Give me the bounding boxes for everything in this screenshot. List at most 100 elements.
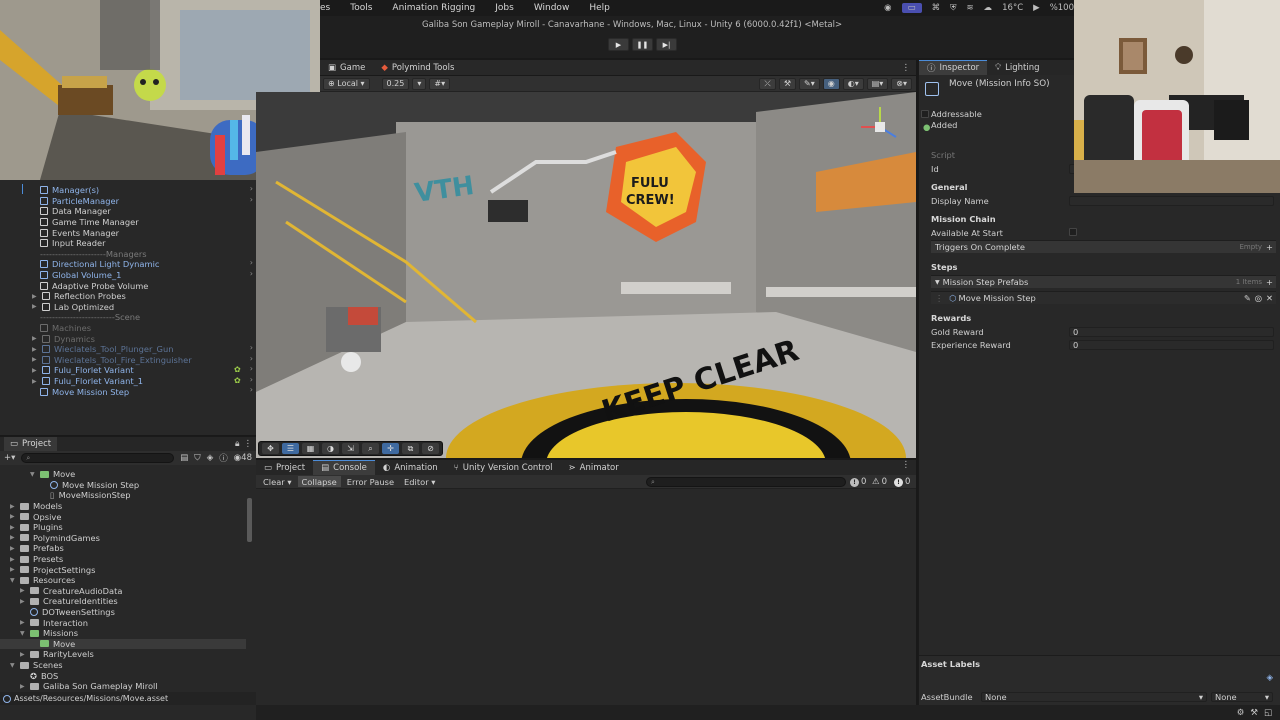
hierarchy-item[interactable]: Data Manager — [40, 206, 111, 217]
edit-icon[interactable]: ✎ — [1244, 293, 1251, 303]
console-menu-icon[interactable]: ⋮ — [902, 460, 911, 475]
gizmos-dropdown[interactable]: ⊗ ▾ — [891, 77, 912, 90]
project-tree-item[interactable]: ▼ Resources — [0, 575, 246, 586]
play-media-icon[interactable]: ▶ — [1033, 3, 1040, 13]
project-tree-item[interactable]: ▶ Models — [0, 501, 246, 512]
tab-project-bottom[interactable]: ▭ Project — [256, 460, 313, 475]
add-step-icon[interactable]: + — [1266, 277, 1273, 287]
project-tree-item[interactable]: DOTweenSettings — [0, 607, 246, 618]
project-tree-item[interactable]: ▶ Galiba Son Gameplay Miroll — [0, 681, 246, 692]
view-tool-button[interactable]: ✥ — [262, 443, 279, 454]
remove-icon[interactable]: ✕ — [1266, 293, 1273, 303]
hierarchy-item[interactable]: ▶ Fulu_Florlet Variant — [32, 365, 134, 376]
hierarchy-item[interactable]: ▶ Fulu_Florlet Variant_1 — [32, 376, 143, 387]
hierarchy-item[interactable]: Events Manager — [40, 227, 119, 238]
label-tag-icon[interactable]: ◈ — [1266, 673, 1273, 683]
expand-arrow-icon[interactable]: ▶ — [10, 503, 16, 510]
tab-menu-icon[interactable]: ⋮ — [902, 63, 911, 73]
project-tree-item[interactable]: ▶ CreatureAudioData — [0, 586, 246, 597]
mission-step-item[interactable]: ⋮ ⬡ Move Mission Step ✎ ◎ ✕ — [931, 291, 1276, 304]
rotate-tool-button[interactable]: ▦ — [302, 443, 319, 454]
triggers-on-complete-list[interactable]: Triggers On Complete Empty + — [931, 240, 1276, 253]
search-type-icon[interactable]: ▤ — [180, 453, 188, 463]
prefab-open-chevron-icon[interactable]: › — [250, 269, 253, 278]
expand-arrow-icon[interactable]: ▶ — [20, 587, 26, 594]
prefab-open-chevron-icon[interactable]: › — [250, 184, 253, 193]
project-search-input[interactable]: ⌕ — [21, 453, 175, 463]
hierarchy-item[interactable]: -------------------------Scene — [40, 312, 140, 323]
info-icon[interactable]: ⓘ — [219, 452, 228, 464]
step-button[interactable]: ▶| — [656, 38, 677, 51]
log-count-toggle[interactable]: ! 0 — [850, 477, 866, 487]
expand-arrow-icon[interactable]: ▶ — [32, 356, 38, 363]
expand-arrow-icon[interactable]: ▶ — [10, 524, 16, 531]
error-pause-toggle[interactable]: Error Pause — [343, 476, 398, 487]
experience-reward-field[interactable]: 0 — [1069, 340, 1274, 350]
menu-help[interactable]: Help — [589, 3, 610, 13]
mission-step-prefabs-list[interactable]: ▼ Mission Step Prefabs 1 Items + — [931, 275, 1276, 288]
project-tree-item[interactable]: ▼ Scenes — [0, 660, 246, 671]
grid-snap-dropdown[interactable]: ▾ — [412, 77, 427, 90]
expand-arrow-icon[interactable]: ▶ — [20, 598, 26, 605]
prefab-open-chevron-icon[interactable]: › — [250, 195, 253, 204]
editor-dropdown[interactable]: Editor ▾ — [400, 476, 439, 487]
prefab-open-chevron-icon[interactable]: › — [250, 343, 253, 352]
target-icon[interactable]: ◎ — [1255, 293, 1262, 303]
prefab-open-chevron-icon[interactable]: › — [250, 258, 253, 267]
expand-arrow-icon[interactable]: ▶ — [10, 534, 16, 541]
prefab-open-chevron-icon[interactable]: › — [250, 385, 253, 394]
project-tree-item[interactable]: ▶ Plugins — [0, 522, 246, 533]
screen-record-icon[interactable]: ▭ — [901, 3, 922, 13]
tab-lighting[interactable]: 💡︎ Lighting — [987, 60, 1047, 75]
pivot-mode-dropdown[interactable]: ⊕ Local ▾ — [323, 77, 370, 90]
draw-mode-dropdown[interactable]: ✎ ▾ — [799, 77, 820, 90]
lock-icon[interactable]: 🔒︎ — [235, 439, 240, 449]
project-tree-item[interactable]: ▶ RarityLevels — [0, 649, 246, 660]
hierarchy-item[interactable]: Input Reader — [40, 238, 105, 249]
prefab-open-chevron-icon[interactable]: › — [250, 364, 253, 373]
error-count-toggle[interactable]: ! 0 — [894, 477, 910, 487]
play-button[interactable]: ▶ — [608, 38, 629, 51]
filter-label-icon[interactable]: ⛉ — [194, 453, 200, 463]
tab-polymind-tools[interactable]: ◆ Polymind Tools — [373, 60, 462, 75]
project-tree-item[interactable]: ▯ MoveMissionStep — [0, 490, 246, 501]
project-tree-item[interactable]: ▶ CreatureIdentities — [0, 596, 246, 607]
hierarchy-item[interactable]: Manager(s) — [40, 185, 99, 196]
add-trigger-icon[interactable]: + — [1266, 242, 1273, 252]
expand-arrow-icon[interactable]: ▶ — [32, 335, 38, 342]
expand-arrow-icon[interactable]: ▶ — [10, 513, 16, 520]
notification-icon[interactable]: ◱ — [1264, 708, 1272, 718]
project-tree-item[interactable]: ▶ Interaction — [0, 617, 246, 628]
gold-reward-field[interactable]: 0 — [1069, 327, 1274, 337]
move-tool-button[interactable]: ☰ — [282, 443, 299, 454]
rect-tool-button[interactable]: ⇲ — [342, 443, 359, 454]
hierarchy-item[interactable]: Directional Light Dynamic — [40, 259, 159, 270]
expand-arrow-icon[interactable]: ▶ — [32, 367, 38, 374]
hierarchy-item[interactable]: ▶ Reflection Probes — [32, 291, 126, 302]
tab-inspector[interactable]: ⓘ Inspector — [919, 60, 988, 75]
grid-snap-field[interactable]: 0.25 — [381, 77, 410, 90]
visibility-count[interactable]: ◉48 — [234, 453, 252, 463]
expand-arrow-icon[interactable]: ▶ — [32, 378, 38, 385]
scale-tool-button[interactable]: ◑ — [322, 443, 339, 454]
pause-button[interactable]: ❚❚ — [632, 38, 653, 51]
tab-animation[interactable]: ◐ Animation — [375, 460, 446, 475]
project-tree-item[interactable]: ▶ ProjectSettings — [0, 564, 246, 575]
project-tree-item[interactable]: Move — [0, 638, 246, 650]
hierarchy-item[interactable]: ▶ Wieclatels_Tool_Plunger_Gun — [32, 344, 173, 355]
scene-view[interactable]: KEEP CLEAR VTH FULU CREW! — [256, 92, 916, 458]
controller-icon[interactable]: ⌘ — [932, 3, 941, 13]
panel-menu-icon[interactable]: ⋮ — [244, 439, 253, 449]
assetbundle-variant-dropdown[interactable]: None ▾ — [1211, 692, 1273, 702]
hierarchy-item[interactable]: ▶ Dynamics — [32, 333, 95, 344]
hierarchy-item[interactable]: ----------------------Managers — [40, 249, 147, 260]
expand-arrow-icon[interactable]: ▶ — [20, 619, 26, 626]
expand-arrow-icon[interactable]: ▶ — [10, 556, 16, 563]
hierarchy-item[interactable]: ▶ Wieclatels_Tool_Fire_Extinguisher — [32, 355, 192, 366]
project-tree-item[interactable]: ▶ Presets — [0, 554, 246, 565]
menu-tools[interactable]: Tools — [350, 3, 372, 13]
render-dropdown[interactable]: ▤ ▾ — [866, 77, 889, 90]
grid-toggle[interactable]: # ▾ — [429, 77, 451, 90]
2d-toggle[interactable]: ⤫ — [759, 77, 776, 90]
shading-dropdown[interactable]: ◐ ▾ — [842, 77, 864, 90]
